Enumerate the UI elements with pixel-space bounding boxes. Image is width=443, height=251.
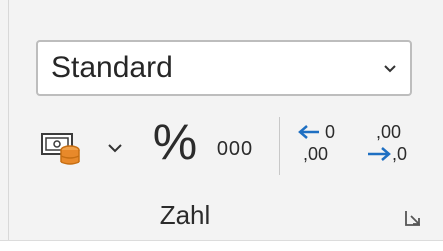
percent-style-button[interactable]: % [150, 112, 200, 172]
decrease-decimal-icon: ,00 ,0 [368, 122, 407, 164]
number-format-value: Standard [51, 51, 173, 84]
comma-style-button[interactable]: 000 [205, 135, 265, 163]
svg-text:,00: ,00 [303, 144, 328, 164]
svg-text:0: 0 [325, 122, 335, 142]
svg-text:,0: ,0 [392, 144, 407, 164]
dialog-launcher-button[interactable] [402, 207, 424, 229]
decrease-decimal-button[interactable]: ,00 ,0 [364, 116, 420, 172]
increase-decimal-icon: 0 ,00 [298, 122, 335, 164]
toolbar-separator [279, 117, 280, 175]
increase-decimal-button[interactable]: 0 ,00 [295, 116, 351, 172]
accounting-format-button[interactable] [40, 128, 84, 168]
svg-text:,00: ,00 [376, 122, 401, 142]
number-format-dropdown[interactable]: Standard [36, 40, 412, 96]
accounting-format-dropdown[interactable] [104, 134, 126, 160]
number-format-group: Standard % 000 0 ,00 ,00 ,0 Zahl [0, 0, 443, 250]
chevron-down-icon [384, 65, 396, 73]
group-label-zahl: Zahl [159, 200, 211, 230]
accounting-number-format-icon [41, 133, 80, 165]
chevron-down-icon [108, 144, 122, 153]
ribbon-bottom-edge [0, 240, 443, 251]
dialog-launcher-icon [405, 211, 420, 226]
